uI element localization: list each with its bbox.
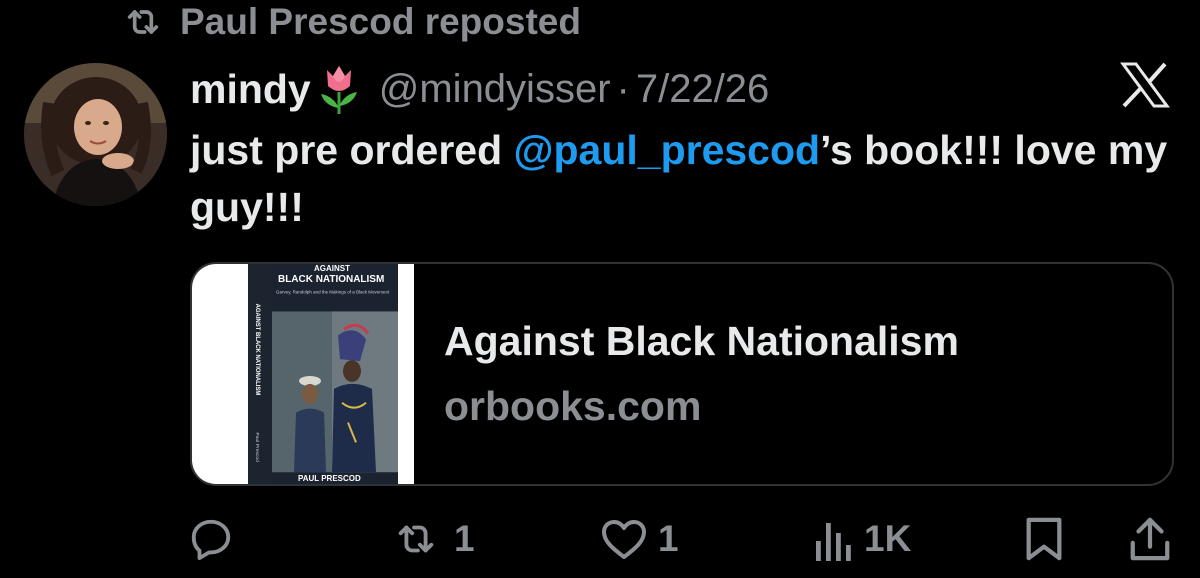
views-icon <box>816 523 851 561</box>
tweet-text: just pre ordered @paul_prescod’s book!!!… <box>190 122 1170 236</box>
cover-top-text: AGAINST <box>314 264 350 273</box>
card-thumbnail: AGAINST BLACK NATIONALISM Garvey, Randol… <box>192 264 414 484</box>
heart-icon <box>602 520 646 559</box>
like-button[interactable]: 1 <box>600 510 679 568</box>
card-title: Against Black Nationalism <box>444 318 959 364</box>
action-bar: 1 1 1K <box>188 510 1178 568</box>
repost-label: Paul Prescod reposted <box>180 1 581 42</box>
cover-author-text: PAUL PRESCOD <box>298 474 361 483</box>
repost-button[interactable]: 1 <box>388 510 475 568</box>
views-count: 1K <box>864 518 912 559</box>
cover-title-text: BLACK NATIONALISM <box>278 274 384 285</box>
share-icon <box>1130 517 1170 561</box>
display-name[interactable]: mindy <box>190 66 311 113</box>
repost-header[interactable]: Paul Prescod reposted <box>120 0 581 44</box>
like-count: 1 <box>658 518 679 559</box>
views-button[interactable]: 1K <box>814 510 911 568</box>
bookmark-button[interactable] <box>1024 510 1064 568</box>
link-card[interactable]: AGAINST BLACK NATIONALISM Garvey, Randol… <box>190 262 1174 486</box>
card-body: Against Black Nationalism orbooks.com <box>414 264 959 484</box>
spine-author-text: Paul Prescod <box>254 432 260 462</box>
tweet-header: mindy @mindyisser · 7/22/26 <box>190 60 769 118</box>
reply-icon <box>191 519 231 561</box>
separator-dot: · <box>616 66 630 111</box>
share-button[interactable] <box>1128 510 1172 568</box>
tulip-icon <box>320 66 357 114</box>
x-logo-icon <box>1120 62 1170 108</box>
repost-icon <box>398 525 434 553</box>
avatar-photo <box>24 63 167 206</box>
avatar[interactable] <box>24 63 167 206</box>
repost-icon <box>127 10 159 34</box>
spine-title-text: AGAINST BLACK NATIONALISM <box>254 304 260 396</box>
tweet-date[interactable]: 7/22/26 <box>636 67 769 112</box>
tweet-text-before: just pre ordered <box>190 127 514 173</box>
user-handle[interactable]: @mindyisser <box>379 67 611 112</box>
mention-link[interactable]: @paul_prescod <box>514 127 821 173</box>
book-cover-image: AGAINST BLACK NATIONALISM Garvey, Randol… <box>248 264 398 484</box>
repost-count: 1 <box>454 518 475 559</box>
tweet-view: Paul Prescod reposted mindy @mindyisser <box>0 0 1200 578</box>
cover-subtitle-text: Garvey, Randolph and the Makings of a Bl… <box>276 290 390 295</box>
card-domain: orbooks.com <box>444 383 702 429</box>
bookmark-icon <box>1026 517 1062 561</box>
reply-button[interactable] <box>188 510 244 568</box>
